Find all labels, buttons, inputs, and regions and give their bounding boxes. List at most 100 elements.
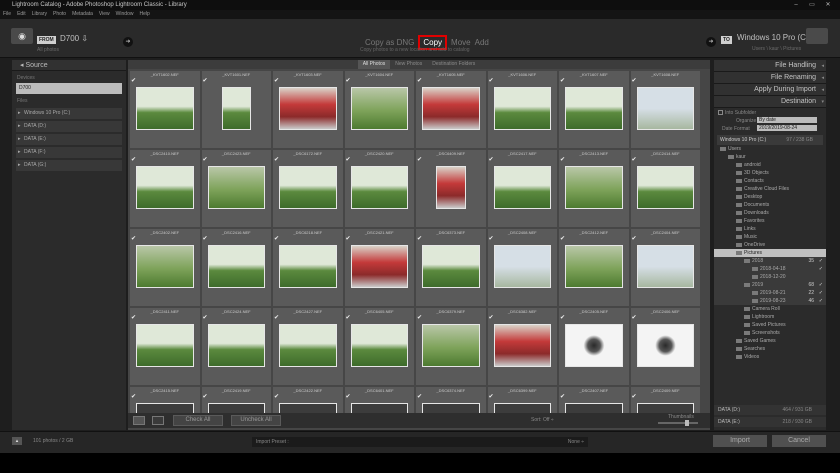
folder-item[interactable]: Music (714, 233, 826, 241)
check-icon[interactable]: ✔ (346, 235, 351, 242)
folder-item[interactable]: 2018-12-20 (714, 273, 826, 281)
photo-thumbnail[interactable]: _DSC6382.NEF ✔ (487, 308, 557, 385)
import-preset-value[interactable]: None ÷ (568, 437, 584, 447)
check-icon[interactable]: ✔ (489, 235, 494, 242)
folder-item[interactable]: Users (714, 145, 826, 153)
folder-check-icon[interactable]: ✓ (819, 257, 823, 265)
import-button[interactable]: Import (713, 435, 767, 447)
photo-thumbnail[interactable]: _DSC2420.NEF ✔ (344, 150, 414, 227)
check-icon[interactable]: ✔ (274, 314, 279, 321)
check-icon[interactable]: ✔ (632, 314, 637, 321)
photo-thumbnail[interactable]: _DSC2424.NEF ✔ (201, 308, 271, 385)
tab-destination-folders[interactable]: Destination Folders (427, 60, 480, 69)
check-icon[interactable]: ✔ (417, 156, 422, 163)
dest-drive-e[interactable]: DATA (E:) 218 / 930 GB (714, 417, 826, 427)
folder-item[interactable]: Favorites (714, 217, 826, 225)
check-icon[interactable]: ✔ (131, 314, 136, 321)
photo-thumbnail[interactable]: _KVT1605.NEF ✔ (416, 71, 486, 148)
check-icon[interactable]: ✔ (560, 235, 565, 242)
slider-knob[interactable] (685, 420, 689, 426)
photo-thumbnail[interactable]: _DSC2423.NEF ✔ (201, 150, 271, 227)
check-all-button[interactable]: Check All (173, 415, 223, 426)
check-icon[interactable]: ✔ (560, 156, 565, 163)
check-icon[interactable]: ✔ (203, 314, 208, 321)
menu-edit[interactable]: Edit (17, 10, 26, 19)
folder-item[interactable]: 2019-08-21 22 ✓ (714, 289, 826, 297)
dest-drive-d[interactable]: DATA (D:) 464 / 931 GB (714, 405, 826, 415)
subfolder-checkbox[interactable] (718, 110, 723, 116)
folder-item[interactable]: Searches (714, 345, 826, 353)
check-icon[interactable]: ✔ (489, 314, 494, 321)
folder-item[interactable]: Lightroom (714, 313, 826, 321)
tab-all-photos[interactable]: All Photos (357, 60, 391, 69)
folder-item[interactable]: OneDrive (714, 241, 826, 249)
check-icon[interactable]: ✔ (203, 393, 208, 400)
menu-library[interactable]: Library (32, 10, 47, 19)
menu-photo[interactable]: Photo (53, 10, 66, 19)
photo-thumbnail[interactable]: _KVT1607.NEF ✔ (559, 71, 629, 148)
collapse-icon[interactable]: ▴ (12, 437, 22, 445)
maximize-button[interactable]: ▭ (804, 0, 820, 10)
photo-thumbnail[interactable]: _DSC6379.NEF ✔ (416, 308, 486, 385)
photo-thumbnail[interactable]: _DSC6409.NEF ✔ (416, 150, 486, 227)
folder-item[interactable]: android (714, 161, 826, 169)
folder-item[interactable]: 2019 68 ✓ (714, 281, 826, 289)
photo-thumbnail[interactable]: _DSC2405.NEF ✔ (559, 308, 629, 385)
photo-thumbnail[interactable]: _DSC2417.NEF ✔ (487, 150, 557, 227)
photo-thumbnail[interactable]: _DSC6405.NEF ✔ (344, 308, 414, 385)
folder-item[interactable]: Screenshots (714, 329, 826, 337)
menu-file[interactable]: File (3, 10, 11, 19)
check-icon[interactable]: ✔ (560, 393, 565, 400)
photo-thumbnail[interactable]: _DSC2404.NEF ✔ (630, 229, 700, 306)
check-icon[interactable]: ✔ (560, 314, 565, 321)
photo-thumbnail[interactable]: _DSC2406.NEF ✔ (630, 308, 700, 385)
check-icon[interactable]: ✔ (489, 77, 494, 84)
check-icon[interactable]: ✔ (131, 393, 136, 400)
source-selector[interactable]: D700 ⇩ (60, 34, 88, 43)
menu-window[interactable]: Window (116, 10, 134, 19)
photo-thumbnail[interactable]: _DSC2416.NEF ✔ (201, 229, 271, 306)
mode-add[interactable]: Add (475, 38, 489, 47)
folder-item[interactable]: Videos (714, 353, 826, 361)
destination-header[interactable]: Destination (714, 96, 826, 108)
tab-new-photos[interactable]: New Photos (390, 60, 427, 69)
photo-thumbnail[interactable]: _DSC6172.NEF ✔ (273, 150, 343, 227)
menu-metadata[interactable]: Metadata (72, 10, 93, 19)
close-button[interactable]: ✕ (820, 0, 836, 10)
check-icon[interactable]: ✔ (131, 77, 136, 84)
source-drive-c[interactable]: Windows 10 Pro (C:) (16, 108, 122, 119)
photo-thumbnail[interactable]: _KVT1608.NEF ✔ (630, 71, 700, 148)
photo-thumbnail[interactable]: _DSC2421.NEF ✔ (344, 229, 414, 306)
check-icon[interactable]: ✔ (346, 77, 351, 84)
check-icon[interactable]: ✔ (417, 314, 422, 321)
folder-item[interactable]: Creative Cloud Files (714, 185, 826, 193)
check-icon[interactable]: ✔ (632, 393, 637, 400)
source-drive-g[interactable]: DATA (G:) (16, 160, 122, 171)
folder-item[interactable]: Documents (714, 201, 826, 209)
folder-item[interactable]: 2018-04-18 ✓ (714, 265, 826, 273)
folder-check-icon[interactable]: ✓ (819, 281, 823, 289)
sort-control[interactable]: Sort: Off ÷ (531, 417, 554, 423)
source-panel-header[interactable]: ◂ Source (12, 60, 126, 71)
photo-thumbnail[interactable]: _DSC2402.NEF ✔ (130, 229, 200, 306)
date-format-select[interactable]: 2019/2019-08-24 (757, 125, 817, 131)
photo-thumbnail[interactable]: _DSC2413.NEF ✔ (559, 150, 629, 227)
check-icon[interactable]: ✔ (417, 77, 422, 84)
check-icon[interactable]: ✔ (346, 314, 351, 321)
source-drive-f[interactable]: DATA (F:) (16, 147, 122, 158)
folder-item[interactable]: kaur (714, 153, 826, 161)
grid-view-button[interactable] (133, 416, 145, 425)
photo-thumbnail[interactable]: _KVT1603.NEF ✔ (273, 71, 343, 148)
photo-thumbnail[interactable]: _DSC2427.NEF ✔ (273, 308, 343, 385)
photo-thumbnail[interactable]: _DSC2408.NEF ✔ (487, 229, 557, 306)
folder-item[interactable]: 2018 35 ✓ (714, 257, 826, 265)
folder-item[interactable]: 3D Objects (714, 169, 826, 177)
check-icon[interactable]: ✔ (131, 156, 136, 163)
check-icon[interactable]: ✔ (274, 156, 279, 163)
photo-thumbnail[interactable]: _DSC2412.NEF ✔ (559, 229, 629, 306)
folder-item[interactable]: Links (714, 225, 826, 233)
photo-thumbnail[interactable]: _DSC2414.NEF ✔ (630, 150, 700, 227)
check-icon[interactable]: ✔ (131, 235, 136, 242)
check-icon[interactable]: ✔ (632, 235, 637, 242)
organize-select[interactable]: By date (757, 117, 817, 123)
